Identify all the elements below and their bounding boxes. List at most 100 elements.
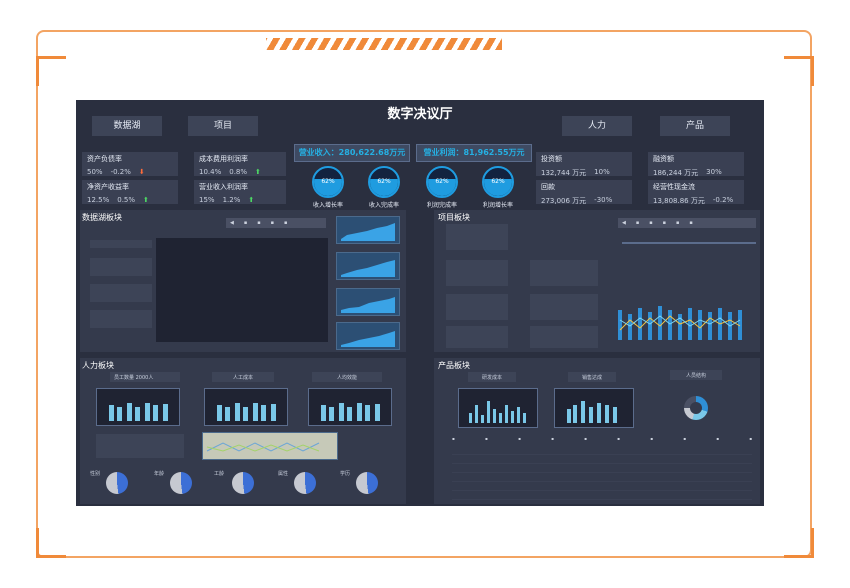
kpi-card: 营业收入利润率 15% 1.2% ⬆	[194, 180, 286, 204]
revenue-banner: 营业收入：280,622.68万元	[294, 144, 410, 162]
kpi-title: 经营性现金流	[653, 183, 695, 191]
kpi-delta: -30%	[594, 196, 613, 204]
line-chart	[202, 432, 338, 460]
kpi-card: 经营性现金流 13,808.86 万元 -0.2%	[648, 180, 744, 205]
map-area	[156, 238, 328, 342]
corner-decor	[36, 56, 66, 86]
pie-chart	[106, 472, 128, 494]
arrow-up-icon: ⬆	[248, 196, 255, 204]
gauge-profit-growth: 62%	[482, 166, 514, 198]
data-table	[452, 446, 752, 500]
pie-chart	[232, 472, 254, 494]
pie-label: 工龄	[214, 471, 225, 477]
pie-label: 属性	[278, 471, 289, 477]
hr-cost-label: 人工成本	[212, 372, 274, 382]
project-card	[446, 326, 508, 348]
kpi-card: 融资额 186,244 万元 30%	[648, 152, 744, 177]
section-title: 产品板块	[438, 361, 470, 370]
pie-chart	[294, 472, 316, 494]
bar-chart	[204, 388, 288, 426]
pie-label: 性别	[90, 471, 101, 477]
decor-stripes	[266, 38, 502, 50]
bar-chart	[308, 388, 392, 426]
list-item	[90, 240, 152, 248]
corner-decor	[784, 528, 814, 558]
kpi-title: 投资额	[541, 155, 562, 163]
kpi-value: 132,744 万元	[541, 169, 587, 177]
kpi-title: 资产负债率	[87, 155, 122, 163]
kpi-value: 12.5%	[87, 196, 110, 204]
nav-product-button[interactable]: 产品	[660, 116, 730, 136]
kpi-value: 50%	[87, 168, 103, 176]
filter-bar[interactable]: ◀ ▪ ▪ ▪ ▪	[226, 218, 326, 228]
kpi-title: 融资额	[653, 155, 674, 163]
mini-area-chart	[336, 322, 400, 350]
donut-chart	[684, 396, 708, 420]
kpi-title: 回款	[541, 183, 555, 191]
hr-efficiency-label: 人均效能	[312, 372, 382, 382]
kpi-value: 13,808.86 万元	[653, 197, 705, 205]
arrow-down-icon: ⬇	[138, 168, 145, 176]
corner-decor	[36, 528, 66, 558]
kpi-card: 资产负债率 50% -0.2% ⬇	[82, 152, 178, 176]
filter-panel[interactable]	[96, 434, 184, 458]
kpi-card: 投资额 132,744 万元 10%	[536, 152, 632, 177]
kpi-delta: 0.8%	[229, 168, 248, 176]
kpi-value: 10.4%	[199, 168, 222, 176]
arrow-up-icon: ⬆	[255, 168, 261, 176]
hr-staff-label: 员工数量 2000人	[110, 372, 180, 382]
product-rd-label: 研发成本	[468, 372, 516, 382]
gauge-profit-completion: 62%	[426, 166, 458, 198]
table-header-line	[622, 242, 756, 244]
gauge-revenue-growth: 62%	[312, 166, 344, 198]
mini-area-chart	[336, 288, 400, 316]
gauge-revenue-completion: 62%	[368, 166, 400, 198]
kpi-card: 成本费用利润率 10.4% 0.8% ⬆	[194, 152, 286, 176]
kpi-value: 273,006 万元	[541, 197, 587, 205]
project-card	[446, 260, 508, 286]
corner-decor	[784, 56, 814, 86]
gauge-label: 利润增长率	[482, 202, 513, 209]
nav-project-button[interactable]: 项目	[188, 116, 258, 136]
pie-chart	[356, 472, 378, 494]
gauge-label: 利润完成率	[426, 202, 457, 209]
combo-chart	[614, 290, 754, 346]
kpi-delta: 1.2%	[222, 196, 241, 204]
bar-chart	[96, 388, 180, 426]
project-card	[446, 224, 508, 250]
nav-datalake-button[interactable]: 数据湖	[92, 116, 162, 136]
gauge-label: 收入增长率	[312, 202, 343, 209]
kpi-delta: -0.2%	[712, 196, 734, 204]
bar-chart	[458, 388, 538, 428]
product-structure-label: 人员结构	[670, 370, 722, 380]
kpi-title: 营业收入利润率	[199, 183, 248, 191]
mini-area-chart	[336, 216, 400, 244]
kpi-card: 回款 273,006 万元 -30%	[536, 180, 632, 205]
kpi-title: 净资产收益率	[87, 183, 129, 191]
nav-hr-button[interactable]: 人力	[562, 116, 632, 136]
list-item	[90, 284, 152, 302]
pie-chart	[170, 472, 192, 494]
arrow-up-icon: ⬆	[143, 196, 149, 204]
list-item	[90, 310, 152, 328]
project-card	[530, 294, 598, 320]
kpi-title: 成本费用利润率	[199, 155, 248, 163]
profit-banner: 营业利润：81,962.55万元	[416, 144, 532, 162]
pie-label: 学历	[340, 471, 351, 477]
mini-area-chart	[336, 252, 400, 280]
table-header: ▪ ▪ ▪ ▪ ▪ ▪ ▪ ▪ ▪ ▪	[452, 436, 752, 441]
kpi-delta: 10%	[594, 168, 610, 176]
section-title: 数据湖板块	[82, 213, 122, 222]
gauge-label: 收入完成率	[368, 202, 399, 209]
section-title: 人力板块	[82, 361, 114, 370]
dashboard-screen: 数字决议厅 数据湖 项目 人力 产品 资产负债率 50% -0.2% ⬇ 成本费用利…	[76, 100, 764, 506]
pie-label: 年龄	[154, 471, 165, 477]
section-title: 项目板块	[438, 213, 470, 222]
project-card	[530, 326, 598, 348]
kpi-value: 15%	[199, 196, 215, 204]
bar-chart	[554, 388, 634, 428]
product-sales-label: 销售达成	[568, 372, 616, 382]
kpi-delta: 0.5%	[117, 196, 136, 204]
filter-bar[interactable]: ◀ ▪ ▪ ▪ ▪ ▪	[618, 218, 756, 228]
project-card	[446, 294, 508, 320]
